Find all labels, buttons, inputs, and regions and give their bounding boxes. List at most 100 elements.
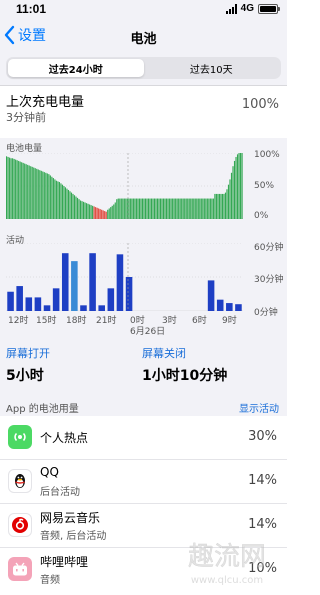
battery-bar <box>117 198 119 219</box>
battery-bar <box>193 198 195 219</box>
battery-bar <box>152 198 154 219</box>
battery-bar <box>158 198 160 219</box>
battery-bar <box>45 172 47 219</box>
battery-bar <box>147 198 150 219</box>
battery-bar <box>28 165 30 219</box>
battery-bar <box>208 198 210 219</box>
activity-bar <box>80 305 87 311</box>
activity-bar <box>25 297 33 311</box>
battery-bar <box>120 198 122 219</box>
battery-bar <box>235 156 237 219</box>
battery-bar <box>18 160 20 219</box>
battery-bar <box>81 201 83 219</box>
battery-level-chart <box>6 153 243 219</box>
show-activity-button[interactable]: 显示活动 <box>239 400 279 415</box>
battery-bar <box>34 168 36 219</box>
battery-bar <box>119 198 121 219</box>
battery-bar <box>102 210 104 219</box>
battery-bar <box>13 158 15 219</box>
activity-y-label-60: 60分钟 <box>254 243 284 253</box>
battery-bar <box>39 170 41 219</box>
battery-bar <box>86 203 88 219</box>
x-label-6h: 6时 <box>192 316 207 326</box>
battery-bar <box>212 198 214 219</box>
battery-bar <box>108 208 110 219</box>
battery-bar <box>229 179 231 219</box>
screen-on-stat: 屏幕打开 5小时 <box>6 345 50 385</box>
x-label-15h: 15时 <box>36 316 57 326</box>
battery-bar <box>61 184 64 219</box>
battery-bar <box>227 184 230 219</box>
battery-bar <box>15 159 17 219</box>
x-label-21h: 21时 <box>96 316 117 326</box>
battery-bar <box>75 196 77 219</box>
battery-bar <box>181 198 183 219</box>
battery-bar <box>239 153 242 219</box>
app-name: QQ <box>40 465 59 479</box>
battery-bar <box>161 198 163 219</box>
battery-bar <box>87 203 89 219</box>
tab-last-10-days[interactable]: 过去10天 <box>144 59 280 77</box>
music-icon <box>8 513 32 537</box>
battery-bar <box>178 198 180 219</box>
app-usage-title: App 的电池用量 <box>6 404 79 415</box>
battery-bar <box>55 180 57 219</box>
battery-bar <box>116 199 118 219</box>
battery-bar <box>69 191 71 219</box>
x-label-18h: 18时 <box>66 316 87 326</box>
battery-bar <box>205 198 207 219</box>
app-percent: 30% <box>248 429 277 444</box>
app-percent: 14% <box>248 473 277 488</box>
battery-bar <box>236 154 239 219</box>
watermark-text: 趣流网 <box>188 542 266 572</box>
battery-bar <box>176 198 178 219</box>
battery-bar <box>48 174 50 219</box>
battery-bar <box>134 198 136 219</box>
battery-bar <box>218 193 221 219</box>
app-row-hotspot[interactable]: 个人热点 30% <box>0 416 287 460</box>
app-name: 个人热点 <box>40 431 89 445</box>
activity-bar <box>43 305 51 311</box>
battery-bar <box>233 160 236 219</box>
battery-bar <box>206 198 208 219</box>
battery-bar <box>98 208 100 219</box>
screen-on-value: 5小时 <box>6 368 44 384</box>
activity-bar <box>7 291 14 311</box>
usage-header: App 的电池用量 显示活动 <box>0 398 287 416</box>
activity-bar <box>207 280 215 311</box>
battery-bar <box>172 198 174 219</box>
battery-bar <box>184 198 186 219</box>
screen-stats: 屏幕打开 5小时 屏幕关闭 1小时10分钟 <box>0 345 287 393</box>
battery-bar <box>220 193 222 219</box>
battery-bar <box>144 198 147 219</box>
activity-bar <box>216 299 224 311</box>
battery-bar <box>101 209 103 219</box>
tab-last-24-hours[interactable]: 过去24小时 <box>8 59 144 77</box>
battery-bar <box>51 176 53 219</box>
activity-y-label-0: 0分钟 <box>254 308 278 318</box>
battery-bar <box>105 211 107 219</box>
app-name: 网易云音乐 <box>40 511 101 525</box>
cellular-signal-icon <box>225 3 237 14</box>
x-label-12h: 12时 <box>8 316 29 326</box>
status-bar: 11:01 4G <box>0 0 287 22</box>
battery-bar <box>215 193 217 219</box>
tv-icon <box>8 557 32 581</box>
battery-bar <box>190 198 192 219</box>
battery-bar <box>224 192 227 219</box>
activity-bar <box>89 253 96 311</box>
battery-bar <box>60 183 62 219</box>
battery-bar <box>128 198 130 219</box>
battery-bar <box>221 193 224 219</box>
battery-bar <box>66 188 68 219</box>
app-row-qq[interactable]: QQ 后台活动 14% <box>0 460 287 504</box>
battery-bar <box>138 198 140 219</box>
battery-bar <box>159 198 162 219</box>
battery-bar <box>232 166 234 219</box>
battery-bar <box>57 181 59 219</box>
battery-bar <box>52 178 54 219</box>
battery-bar <box>64 187 67 219</box>
battery-bar <box>187 198 189 219</box>
battery-bar <box>156 198 159 219</box>
battery-y-label-0: 0% <box>254 211 269 221</box>
